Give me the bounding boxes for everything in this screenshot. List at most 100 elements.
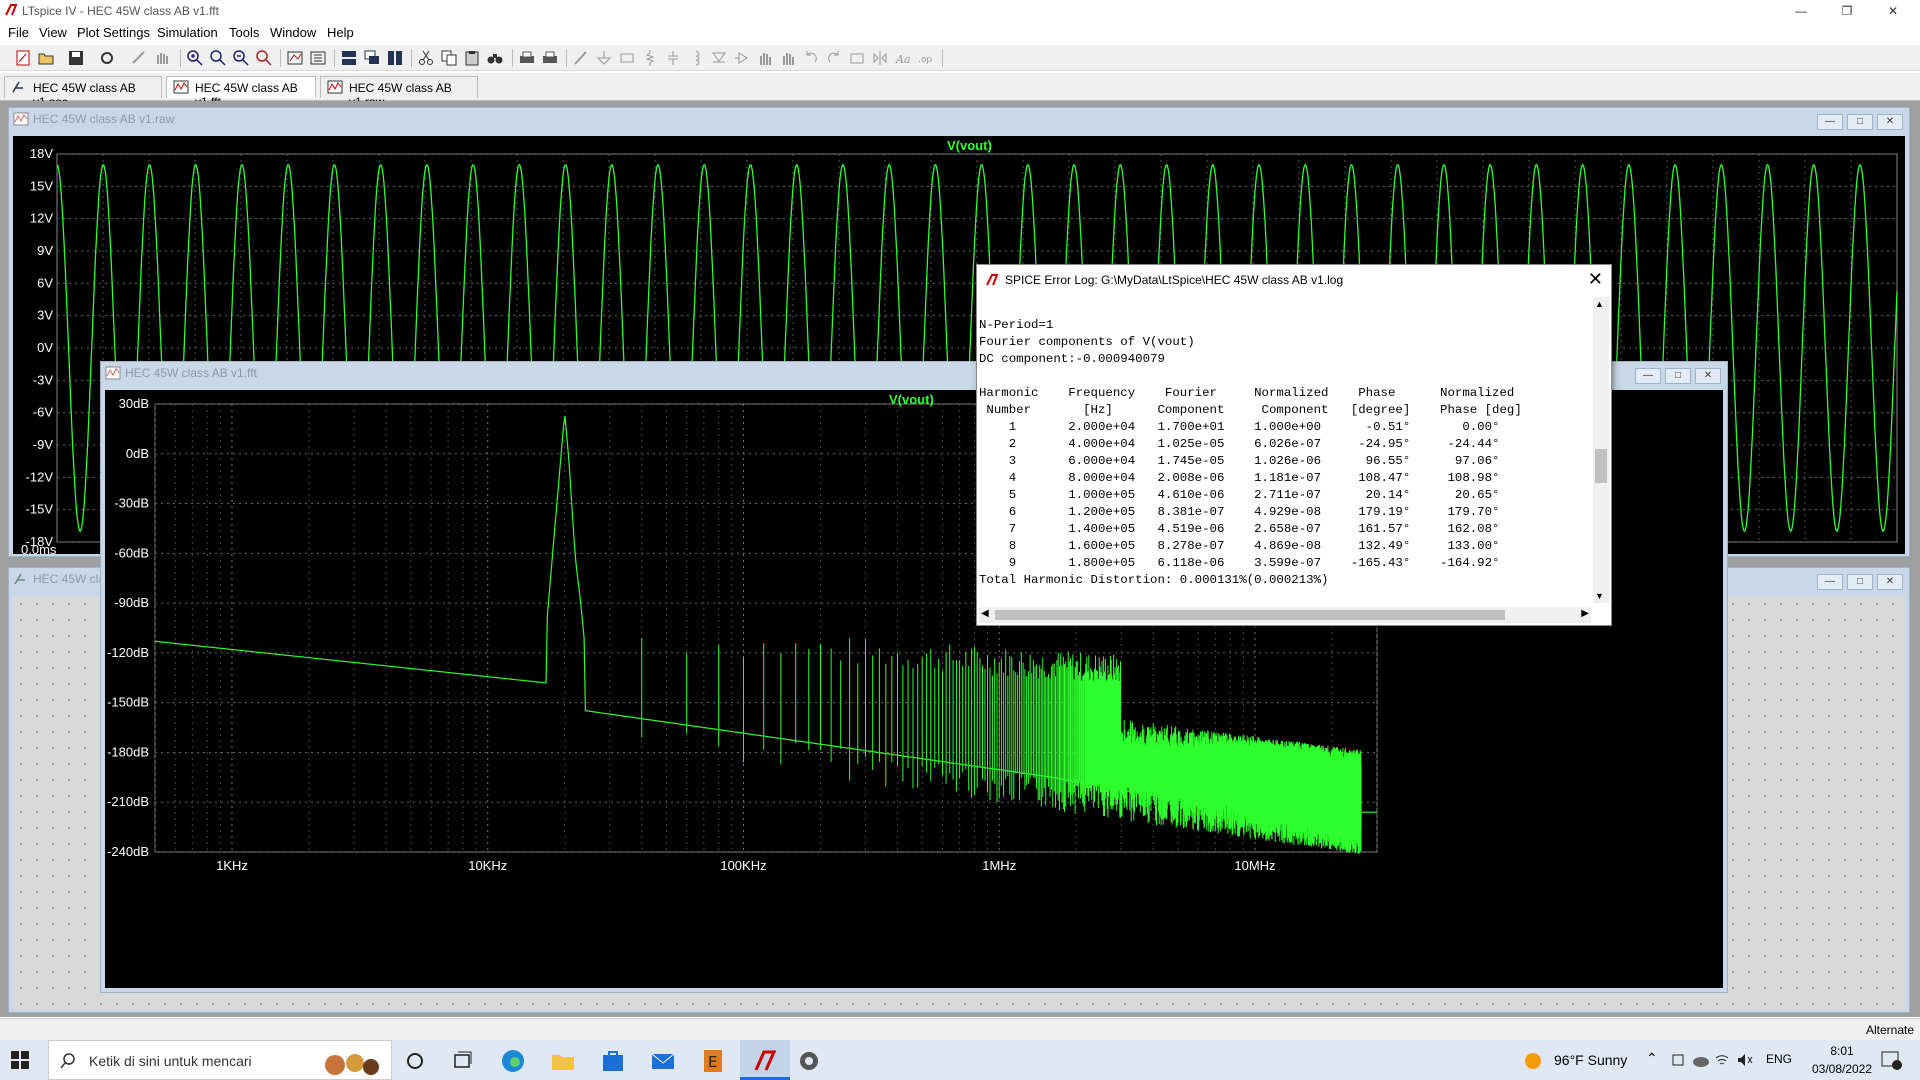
language-indicator[interactable]: ENG — [1766, 1052, 1792, 1066]
drag-hand-icon[interactable] — [779, 49, 797, 67]
restore-button[interactable]: ❐ — [1824, 0, 1870, 22]
minimize-button[interactable]: — — [1817, 114, 1843, 130]
menu-help[interactable]: Help — [327, 25, 354, 40]
close-icon[interactable]: ✕ — [1588, 269, 1603, 290]
settings-app-icon[interactable] — [796, 1048, 822, 1074]
resistor-icon[interactable] — [641, 49, 659, 67]
zoom-in-icon[interactable] — [186, 49, 204, 67]
menu-window[interactable]: Window — [270, 25, 316, 40]
cascade-icon[interactable] — [363, 49, 381, 67]
minimize-button[interactable]: — — [1778, 0, 1824, 22]
rotate-icon[interactable] — [848, 49, 866, 67]
tab-fft[interactable]: HEC 45W class AB v1.fft — [166, 76, 316, 109]
save-icon[interactable] — [67, 49, 85, 67]
close-button[interactable]: ✕ — [1877, 574, 1903, 590]
weather-sun-icon[interactable] — [1524, 1052, 1542, 1070]
log-text: N-Period=1 Fourier components of V(vout)… — [979, 318, 1522, 587]
text-icon[interactable]: Aa — [894, 49, 912, 67]
close-button[interactable]: ✕ — [1695, 368, 1721, 384]
vertical-scrollbar[interactable]: ▲ ▼ — [1593, 297, 1609, 603]
volume-muted-icon[interactable] — [1736, 1052, 1754, 1068]
undo-icon[interactable] — [802, 49, 820, 67]
horizontal-scrollbar[interactable]: ◀ ▶ — [979, 607, 1591, 623]
svg-text:E: E — [708, 1053, 717, 1071]
scroll-thumb[interactable] — [995, 610, 1505, 620]
mirror-icon[interactable] — [871, 49, 889, 67]
schematic-icon — [14, 573, 25, 585]
clock-date[interactable]: 03/08/2022 — [1806, 1062, 1878, 1076]
taskbar-search-box[interactable]: Ketik di sini untuk mencari — [48, 1040, 392, 1080]
print-preview-icon[interactable] — [518, 49, 536, 67]
weather-text[interactable]: 96°F Sunny — [1554, 1052, 1627, 1068]
scroll-thumb[interactable] — [1595, 449, 1607, 483]
new-schematic-icon[interactable] — [14, 49, 32, 67]
scroll-right-icon[interactable]: ▶ — [1581, 608, 1589, 619]
trace-label[interactable]: V(vout) — [947, 138, 992, 153]
onedrive-icon[interactable] — [1692, 1052, 1710, 1068]
file-explorer-icon[interactable] — [550, 1048, 576, 1074]
app-e-icon[interactable]: E — [700, 1048, 726, 1074]
label-net-icon[interactable] — [618, 49, 636, 67]
minimize-button[interactable]: — — [1635, 368, 1661, 384]
notification-icon[interactable] — [1880, 1050, 1902, 1070]
cut-icon[interactable] — [417, 49, 435, 67]
error-log-dialog[interactable]: SPICE Error Log: G:\MyData\LtSpice\HEC 4… — [976, 264, 1612, 626]
window-title: LTspice IV - HEC 45W class AB v1.fft — [22, 4, 219, 18]
open-folder-icon[interactable] — [37, 49, 55, 67]
tile-horizontal-icon[interactable] — [340, 49, 358, 67]
x-tick-label: 100KHz — [720, 858, 766, 873]
clock-time[interactable]: 8:01 — [1812, 1044, 1872, 1058]
meet-now-icon[interactable] — [1670, 1052, 1686, 1068]
inductor-icon[interactable] — [687, 49, 705, 67]
manual-limits-icon[interactable] — [309, 49, 327, 67]
fft-harmonics[interactable] — [641, 638, 1362, 854]
tab-raw[interactable]: HEC 45W class AB v1.raw — [320, 76, 478, 109]
run-icon[interactable] — [130, 49, 148, 67]
y-tick-label: -9V — [33, 437, 54, 452]
maximize-button[interactable]: □ — [1847, 574, 1873, 590]
zoom-area-icon[interactable] — [209, 49, 227, 67]
tile-vertical-icon[interactable] — [386, 49, 404, 67]
scroll-down-icon[interactable]: ▼ — [1595, 591, 1604, 601]
close-button[interactable]: ✕ — [1870, 0, 1916, 22]
component-icon[interactable] — [733, 49, 751, 67]
zoom-fit-icon[interactable] — [255, 49, 273, 67]
scroll-up-icon[interactable]: ▲ — [1595, 299, 1604, 309]
autorange-icon[interactable] — [286, 49, 304, 67]
minimize-button[interactable]: — — [1817, 574, 1843, 590]
menu-plot-settings[interactable]: Plot Settings — [77, 25, 150, 40]
wire-icon[interactable] — [572, 49, 590, 67]
copy-icon[interactable] — [440, 49, 458, 67]
diode-icon[interactable] — [710, 49, 728, 67]
halt-icon[interactable] — [153, 49, 171, 67]
maximize-button[interactable]: □ — [1665, 368, 1691, 384]
capacitor-icon[interactable] — [664, 49, 682, 67]
edge-icon[interactable] — [500, 1048, 526, 1074]
tab-schematic[interactable]: HEC 45W class AB v1.asc — [4, 76, 162, 109]
taskbar-ltspice-active[interactable] — [740, 1040, 790, 1080]
wifi-icon[interactable] — [1714, 1052, 1730, 1068]
close-button[interactable]: ✕ — [1877, 114, 1903, 130]
chevron-up-icon[interactable]: ⌃ — [1646, 1050, 1658, 1067]
zoom-out-icon[interactable] — [232, 49, 250, 67]
print-icon[interactable] — [541, 49, 559, 67]
scroll-left-icon[interactable]: ◀ — [981, 608, 989, 619]
ground-icon[interactable] — [595, 49, 613, 67]
control-panel-icon[interactable] — [98, 49, 116, 67]
menu-simulation[interactable]: Simulation — [157, 25, 218, 40]
maximize-button[interactable]: □ — [1847, 114, 1873, 130]
mail-icon[interactable] — [650, 1048, 676, 1074]
menu-file[interactable]: File — [8, 25, 29, 40]
spice-directive-icon[interactable]: .op — [917, 49, 935, 67]
windows-start-icon[interactable] — [10, 1050, 30, 1070]
trace-label[interactable]: V(vout) — [889, 392, 934, 407]
task-view-icon[interactable] — [450, 1048, 476, 1074]
menu-tools[interactable]: Tools — [229, 25, 259, 40]
store-icon[interactable] — [600, 1048, 626, 1074]
paste-icon[interactable] — [463, 49, 481, 67]
cortana-icon[interactable] — [402, 1048, 428, 1074]
menu-view[interactable]: View — [39, 25, 67, 40]
redo-icon[interactable] — [825, 49, 843, 67]
find-icon[interactable] — [486, 49, 504, 67]
move-hand-icon[interactable] — [756, 49, 774, 67]
